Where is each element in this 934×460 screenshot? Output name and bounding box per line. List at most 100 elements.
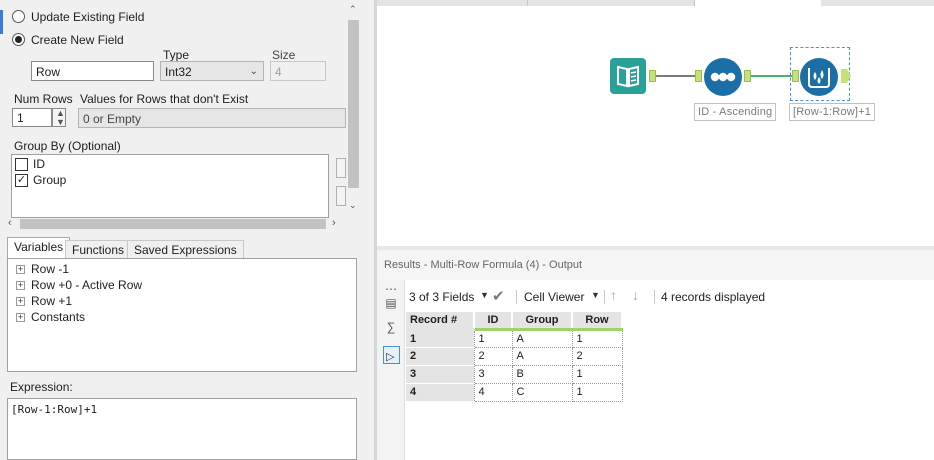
configuration-panel: Update Existing Field Create New Field T… xyxy=(0,0,376,460)
sort-tool[interactable] xyxy=(704,58,742,96)
record-number: 2 xyxy=(406,347,474,366)
config-scroll-area: Update Existing Field Create New Field T… xyxy=(0,0,362,232)
tree-item-label: Constants xyxy=(31,310,86,324)
cell-id[interactable]: 1 xyxy=(473,328,513,348)
type-label: Type xyxy=(163,48,190,62)
update-existing-radio[interactable] xyxy=(12,10,25,23)
more-icon[interactable]: ⋯ xyxy=(384,282,398,296)
cell-row[interactable]: 1 xyxy=(571,328,623,348)
results-grid: Record # ID Group Row 1 1 A 1 2 2 A 2 3 … xyxy=(406,312,623,402)
num-rows-input[interactable]: 1 xyxy=(12,108,52,127)
config-horizontal-scrollbar[interactable]: ‹ › xyxy=(6,217,342,231)
tree-item-row-minus-1[interactable]: + Row -1 xyxy=(16,262,69,278)
update-existing-label: Update Existing Field xyxy=(31,10,145,24)
table-row[interactable]: 2 2 A 2 xyxy=(406,346,623,366)
scroll-right-icon[interactable]: › xyxy=(332,217,336,229)
config-vertical-scrollbar[interactable]: ⌃ ⌄ xyxy=(346,0,360,216)
move-down-button[interactable] xyxy=(336,186,346,206)
variables-tree: + Row -1 + Row +0 - Active Row + Row +1 + Co… xyxy=(7,258,357,372)
tree-item-constants[interactable]: + Constants xyxy=(16,310,85,326)
output-anchor[interactable] xyxy=(744,70,751,82)
cell-id[interactable]: 3 xyxy=(473,364,513,384)
group-by-list: ID ✓ Group xyxy=(11,154,329,218)
group-by-group-label: Group xyxy=(33,173,67,187)
fields-selector[interactable]: 3 of 3 Fields xyxy=(409,290,474,304)
canvas-tab[interactable] xyxy=(527,0,695,6)
canvas-tab-strip xyxy=(377,0,934,6)
cell-id[interactable]: 2 xyxy=(473,346,513,366)
expand-icon[interactable]: + xyxy=(16,297,25,306)
arrow-up-icon[interactable]: ↑ xyxy=(610,287,617,303)
type-dropdown[interactable]: Int32 ⌄ xyxy=(160,61,264,81)
column-header-id[interactable]: ID xyxy=(474,312,513,331)
output-anchor[interactable] xyxy=(649,70,656,82)
table-row[interactable]: 4 4 C 1 xyxy=(406,382,623,402)
scroll-up-icon[interactable]: ⌃ xyxy=(349,4,357,15)
cell-viewer-selector[interactable]: Cell Viewer xyxy=(524,290,584,304)
sigma-icon[interactable]: ∑ xyxy=(384,320,398,334)
column-header-record[interactable]: Record # xyxy=(406,312,475,331)
connection-wire[interactable] xyxy=(656,75,696,77)
tab-functions[interactable]: Functions xyxy=(65,240,132,259)
size-input: 4 xyxy=(270,61,326,81)
toolbar-separator xyxy=(516,290,517,304)
move-up-button[interactable] xyxy=(336,158,346,178)
tab-variables[interactable]: Variables xyxy=(7,237,71,258)
cell-row[interactable]: 1 xyxy=(571,364,623,384)
input-anchor[interactable] xyxy=(695,70,702,82)
horizontal-scroll-thumb[interactable] xyxy=(20,219,326,229)
multi-row-formula-tool[interactable] xyxy=(800,58,838,96)
scroll-down-icon[interactable]: ⌄ xyxy=(349,200,357,211)
spin-down-icon[interactable]: ▼ xyxy=(56,117,65,127)
cell-group[interactable]: A xyxy=(511,346,573,366)
cell-group[interactable]: C xyxy=(511,382,573,402)
table-row[interactable]: 1 1 A 1 xyxy=(406,328,623,348)
fields-dropdown-icon[interactable]: ▼ xyxy=(480,290,489,300)
tree-item-row-active[interactable]: + Row +0 - Active Row xyxy=(16,278,142,294)
sort-tool-annotation: ID - Ascending xyxy=(694,103,777,121)
table-view-icon[interactable]: ▤ xyxy=(384,296,398,310)
create-new-radio[interactable] xyxy=(12,33,25,46)
group-by-id-checkbox[interactable] xyxy=(15,158,28,171)
expand-icon[interactable]: + xyxy=(16,313,25,322)
input-data-tool[interactable] xyxy=(610,58,646,94)
tree-item-label: Row +1 xyxy=(31,294,73,308)
beaker-icon xyxy=(808,68,830,88)
cell-id[interactable]: 4 xyxy=(473,382,513,402)
record-number: 4 xyxy=(406,383,474,402)
cell-group[interactable]: B xyxy=(511,364,573,384)
checkmark-icon[interactable]: ✔ xyxy=(492,287,505,305)
cell-group[interactable]: A xyxy=(511,328,573,348)
connection-wire[interactable] xyxy=(751,75,793,77)
viewer-dropdown-icon[interactable]: ▼ xyxy=(591,290,600,300)
canvas-tab-active[interactable] xyxy=(695,0,821,6)
records-count: 4 records displayed xyxy=(661,290,766,304)
tree-item-row-plus-1[interactable]: + Row +1 xyxy=(16,294,72,310)
cell-row[interactable]: 2 xyxy=(571,346,623,366)
column-header-row[interactable]: Row xyxy=(572,312,623,331)
new-field-name-input[interactable]: Row xyxy=(31,61,154,81)
results-header: Results - Multi-Row Formula (4) - Output xyxy=(377,250,934,280)
tab-saved-expressions[interactable]: Saved Expressions xyxy=(127,240,244,259)
selection-marker xyxy=(0,10,3,34)
expression-editor[interactable]: [Row-1:Row]+1 xyxy=(7,398,357,460)
expand-icon[interactable]: + xyxy=(16,281,25,290)
record-number: 3 xyxy=(406,365,474,384)
table-row[interactable]: 3 3 B 1 xyxy=(406,364,623,384)
vertical-scroll-thumb[interactable] xyxy=(348,20,359,188)
scroll-left-icon[interactable]: ‹ xyxy=(8,217,12,229)
metadata-tag-icon[interactable]: ▷ xyxy=(383,346,400,364)
pane-splitter[interactable] xyxy=(374,0,377,460)
values-missing-dropdown[interactable]: 0 or Empty xyxy=(78,108,346,128)
type-value: Int32 xyxy=(165,65,192,79)
group-by-group-checkbox[interactable]: ✓ xyxy=(15,174,28,187)
arrow-down-icon[interactable]: ↓ xyxy=(632,287,639,303)
column-header-group[interactable]: Group xyxy=(512,312,573,331)
workflow-canvas[interactable] xyxy=(377,0,934,246)
results-sidebar: ⋯ ▤ ∑ ▷ xyxy=(377,280,405,460)
expand-icon[interactable]: + xyxy=(16,265,25,274)
num-rows-spinner[interactable]: ▲ ▼ xyxy=(52,108,66,127)
results-title: Results - Multi-Row Formula (4) - Output xyxy=(384,259,583,271)
chevron-down-icon: ⌄ xyxy=(249,66,258,77)
cell-row[interactable]: 1 xyxy=(571,382,623,402)
